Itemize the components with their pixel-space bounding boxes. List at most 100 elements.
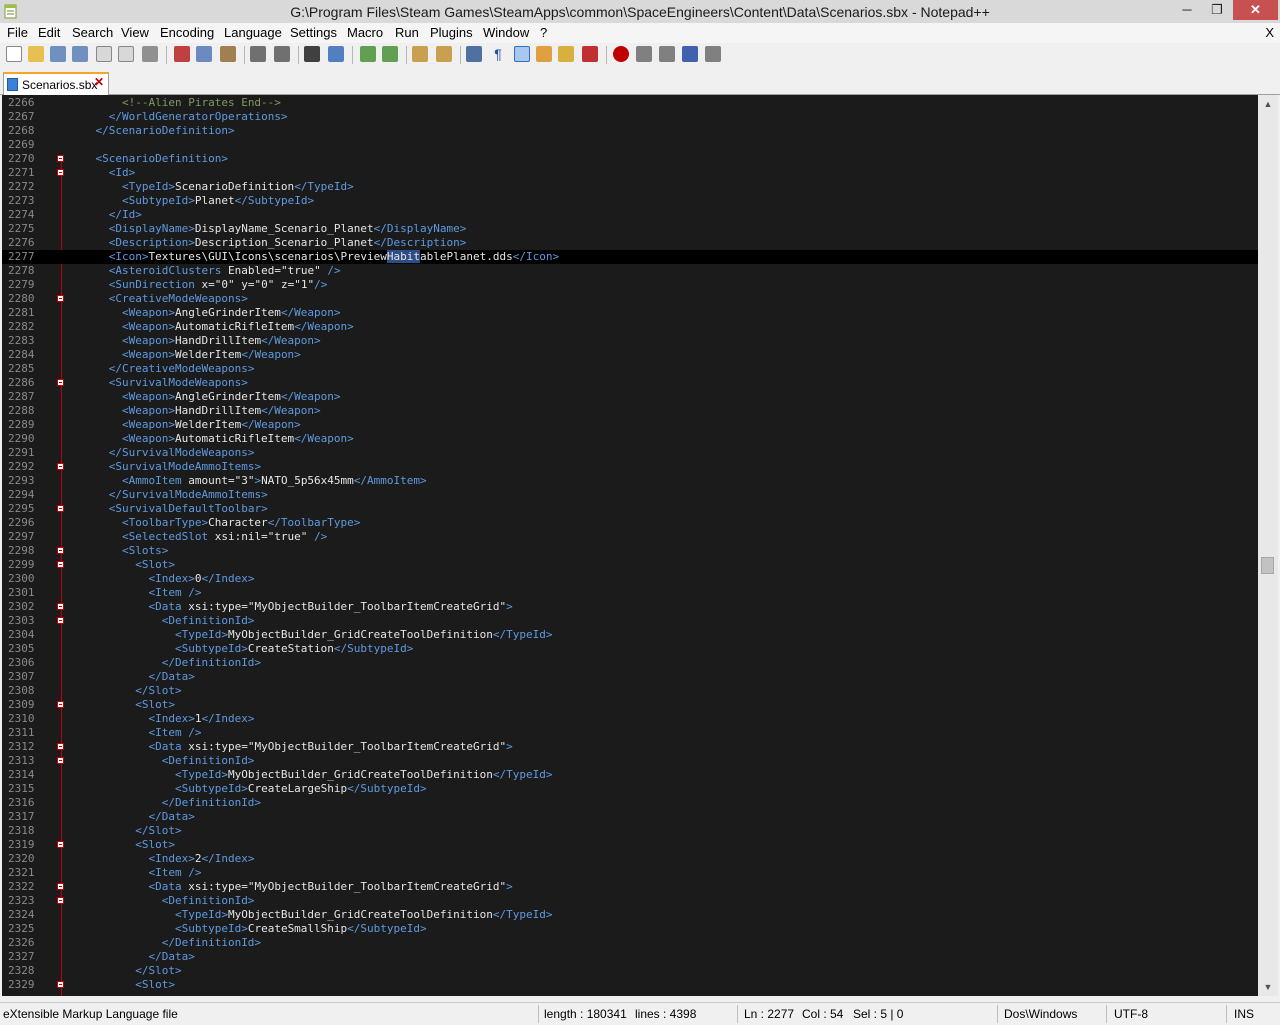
- code-line[interactable]: 2283 <Weapon>HandDrillItem</Weapon>: [2, 334, 1258, 348]
- save-all-icon[interactable]: [72, 46, 88, 62]
- menu-help[interactable]: ?: [540, 25, 547, 40]
- copy-icon[interactable]: [196, 46, 212, 62]
- close-document-button[interactable]: X: [1265, 25, 1274, 40]
- tab-scenarios-sbx[interactable]: Scenarios.sbx ✕: [3, 72, 109, 95]
- menu-edit[interactable]: Edit: [38, 25, 60, 40]
- code-line[interactable]: 2327 </Data>: [2, 950, 1258, 964]
- minimize-button[interactable]: ─: [1171, 0, 1203, 20]
- code-line[interactable]: 2322 <Data xsi:type="MyObjectBuilder_Too…: [2, 880, 1258, 894]
- user-defined-language-icon[interactable]: [536, 46, 552, 62]
- menu-run[interactable]: Run: [395, 25, 419, 40]
- code-line[interactable]: 2287 <Weapon>AngleGrinderItem</Weapon>: [2, 390, 1258, 404]
- function-list-icon[interactable]: [582, 46, 598, 62]
- code-line[interactable]: 2269: [2, 138, 1258, 152]
- status-eol-format[interactable]: Dos\Windows: [1004, 1007, 1077, 1021]
- code-line[interactable]: 2301 <Item />: [2, 586, 1258, 600]
- code-line[interactable]: 2315 <SubtypeId>CreateLargeShip</Subtype…: [2, 782, 1258, 796]
- code-line[interactable]: 2304 <TypeId>MyObjectBuilder_GridCreateT…: [2, 628, 1258, 642]
- code-line[interactable]: 2296 <ToolbarType>Character</ToolbarType…: [2, 516, 1258, 530]
- close-all-icon[interactable]: [118, 46, 134, 62]
- code-line[interactable]: 2326 </DefinitionId>: [2, 936, 1258, 950]
- print-icon[interactable]: [142, 46, 158, 62]
- code-line[interactable]: 2282 <Weapon>AutomaticRifleItem</Weapon>: [2, 320, 1258, 334]
- fold-toggle-icon[interactable]: [57, 547, 64, 554]
- code-line[interactable]: 2317 </Data>: [2, 810, 1258, 824]
- code-line[interactable]: 2289 <Weapon>WelderItem</Weapon>: [2, 418, 1258, 432]
- current-line[interactable]: 2277 <Icon>Textures\GUI\Icons\scenarios\…: [2, 250, 1258, 264]
- indent-guide-icon[interactable]: [514, 46, 530, 62]
- scroll-up-icon[interactable]: ▲: [1260, 97, 1276, 111]
- menu-language[interactable]: Language: [224, 25, 282, 40]
- code-line[interactable]: 2324 <TypeId>MyObjectBuilder_GridCreateT…: [2, 908, 1258, 922]
- scroll-down-icon[interactable]: ▼: [1260, 980, 1276, 994]
- code-line[interactable]: 2291 </SurvivalModeWeapons>: [2, 446, 1258, 460]
- code-line[interactable]: 2307 </Data>: [2, 670, 1258, 684]
- fold-toggle-icon[interactable]: [57, 883, 64, 890]
- code-line[interactable]: 2273 <SubtypeId>Planet</SubtypeId>: [2, 194, 1258, 208]
- code-line[interactable]: 2328 </Slot>: [2, 964, 1258, 978]
- fold-toggle-icon[interactable]: [57, 617, 64, 624]
- fold-toggle-icon[interactable]: [57, 981, 64, 988]
- code-line[interactable]: 2298 <Slots>: [2, 544, 1258, 558]
- code-line[interactable]: 2295 <SurvivalDefaultToolbar>: [2, 502, 1258, 516]
- fold-toggle-icon[interactable]: [57, 743, 64, 750]
- code-line[interactable]: 2279 <SunDirection x="0" y="0" z="1"/>: [2, 278, 1258, 292]
- code-line[interactable]: 2294 </SurvivalModeAmmoItems>: [2, 488, 1258, 502]
- code-line[interactable]: 2290 <Weapon>AutomaticRifleItem</Weapon>: [2, 432, 1258, 446]
- code-line[interactable]: 2274 </Id>: [2, 208, 1258, 222]
- code-line[interactable]: 2270 <ScenarioDefinition>: [2, 152, 1258, 166]
- code-line[interactable]: 2280 <CreativeModeWeapons>: [2, 292, 1258, 306]
- sync-horizontal-icon[interactable]: [436, 46, 452, 62]
- code-line[interactable]: 2323 <DefinitionId>: [2, 894, 1258, 908]
- close-button[interactable]: ✕: [1233, 0, 1278, 20]
- code-line[interactable]: 2286 <SurvivalModeWeapons>: [2, 376, 1258, 390]
- code-line[interactable]: 2320 <Index>2</Index>: [2, 852, 1258, 866]
- code-line[interactable]: 2288 <Weapon>HandDrillItem</Weapon>: [2, 404, 1258, 418]
- status-encoding[interactable]: UTF-8: [1114, 1007, 1148, 1021]
- code-line[interactable]: 2313 <DefinitionId>: [2, 754, 1258, 768]
- fold-toggle-icon[interactable]: [57, 463, 64, 470]
- code-line[interactable]: 2281 <Weapon>AngleGrinderItem</Weapon>: [2, 306, 1258, 320]
- fold-toggle-icon[interactable]: [57, 155, 64, 162]
- menu-macro[interactable]: Macro: [347, 25, 383, 40]
- fold-toggle-icon[interactable]: [57, 379, 64, 386]
- record-macro-icon[interactable]: [613, 46, 629, 62]
- code-line[interactable]: 2276 <Description>Description_Scenario_P…: [2, 236, 1258, 250]
- menu-encoding[interactable]: Encoding: [160, 25, 214, 40]
- menu-file[interactable]: File: [7, 25, 28, 40]
- fold-toggle-icon[interactable]: [57, 505, 64, 512]
- cut-icon[interactable]: [174, 46, 190, 62]
- code-line[interactable]: 2266 <!--Alien Pirates End-->: [2, 96, 1258, 110]
- paste-icon[interactable]: [220, 46, 236, 62]
- code-line[interactable]: 2300 <Index>0</Index>: [2, 572, 1258, 586]
- code-line[interactable]: 2267 </WorldGeneratorOperations>: [2, 110, 1258, 124]
- redo-icon[interactable]: [274, 46, 290, 62]
- fold-toggle-icon[interactable]: [57, 295, 64, 302]
- fold-toggle-icon[interactable]: [57, 897, 64, 904]
- code-line[interactable]: 2302 <Data xsi:type="MyObjectBuilder_Too…: [2, 600, 1258, 614]
- code-line[interactable]: 2311 <Item />: [2, 726, 1258, 740]
- menu-window[interactable]: Window: [483, 25, 529, 40]
- fold-toggle-icon[interactable]: [57, 701, 64, 708]
- code-line[interactable]: 2297 <SelectedSlot xsi:nil="true" />: [2, 530, 1258, 544]
- code-editor[interactable]: 2266 <!--Alien Pirates End--> 2267 </Worl…: [2, 95, 1258, 996]
- fold-toggle-icon[interactable]: [57, 603, 64, 610]
- fold-toggle-icon[interactable]: [57, 169, 64, 176]
- menu-plugins[interactable]: Plugins: [430, 25, 473, 40]
- replace-icon[interactable]: [328, 46, 344, 62]
- stop-macro-icon[interactable]: [636, 46, 652, 62]
- code-line[interactable]: 2278 <AsteroidClusters Enabled="true" />: [2, 264, 1258, 278]
- code-line[interactable]: 2314 <TypeId>MyObjectBuilder_GridCreateT…: [2, 768, 1258, 782]
- code-line[interactable]: 2318 </Slot>: [2, 824, 1258, 838]
- code-line[interactable]: 2305 <SubtypeId>CreateStation</SubtypeId…: [2, 642, 1258, 656]
- code-line[interactable]: 2316 </DefinitionId>: [2, 796, 1258, 810]
- code-line[interactable]: 2308 </Slot>: [2, 684, 1258, 698]
- maximize-button[interactable]: ❐: [1201, 0, 1233, 20]
- close-file-icon[interactable]: [96, 46, 112, 62]
- menu-view[interactable]: View: [121, 25, 149, 40]
- word-wrap-icon[interactable]: [466, 46, 482, 62]
- code-line[interactable]: 2309 <Slot>: [2, 698, 1258, 712]
- code-line[interactable]: 2272 <TypeId>ScenarioDefinition</TypeId>: [2, 180, 1258, 194]
- find-icon[interactable]: [304, 46, 320, 62]
- code-line[interactable]: 2292 <SurvivalModeAmmoItems>: [2, 460, 1258, 474]
